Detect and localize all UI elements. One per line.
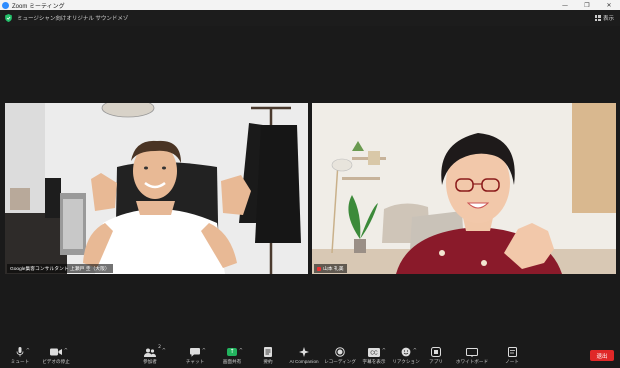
participant-name-tag: 山本 礼美 [314, 264, 347, 273]
notes-label: ノート [505, 359, 519, 364]
meeting-info-bar: ミュージシャン向けオリジナル サウンドメゾ 表示 [0, 10, 620, 26]
video-label: ビデオの停止 [42, 359, 70, 364]
share-screen-icon: ↑ [227, 348, 237, 356]
stop-video-button[interactable]: ^ ビデオの停止 [36, 347, 76, 365]
captions-label: 字幕を表示 [362, 359, 386, 364]
participant-2-video [312, 103, 616, 274]
video-tile-participant-1[interactable]: Google集客コンサルタント 上瀬戸 圭（大阪） [5, 103, 308, 274]
grid-view-icon [594, 15, 601, 21]
summary-label: 要約 [263, 359, 273, 364]
apps-button[interactable]: アプリ [416, 347, 456, 365]
video-camera-icon [50, 348, 62, 356]
notes-icon [507, 347, 517, 357]
zoom-app-icon [2, 1, 9, 9]
share-label: 画面共有 [222, 359, 242, 364]
window-titlebar: Zoom ミーティング — ❐ ✕ [0, 0, 620, 10]
record-label: レコーディング [324, 359, 356, 364]
participants-label: 参加者 [143, 359, 157, 364]
participants-button[interactable]: 2 ^ 参加者 [130, 345, 170, 365]
whiteboard-button[interactable]: ホワイトボード [452, 347, 492, 365]
chevron-up-icon[interactable]: ^ [26, 348, 30, 354]
view-button[interactable]: 表示 [594, 14, 614, 22]
chat-button[interactable]: ^ チャット [175, 347, 215, 365]
minimize-icon[interactable]: — [554, 0, 576, 10]
summary-button[interactable]: 要約 [248, 347, 288, 365]
chat-icon [190, 347, 200, 357]
video-tile-participant-2[interactable]: 山本 礼美 [312, 103, 616, 274]
participants-icon [144, 348, 156, 357]
meeting-toolbar: ^ ミュート ^ ビデオの停止 2 ^ 参加者 ^ チャット ↑ ^ 画面共有 … [0, 344, 620, 368]
chat-label: チャット [185, 359, 205, 364]
participant-1-name: Google集客コンサルタント 上瀬戸 圭（大阪） [10, 267, 110, 272]
participants-count: 2 [158, 345, 161, 350]
smiley-icon [401, 347, 411, 357]
apps-label: アプリ [429, 359, 443, 364]
sparkle-icon [299, 347, 309, 357]
participant-name-tag: Google集客コンサルタント 上瀬戸 圭（大阪） [7, 264, 113, 273]
ai-companion-label: AI Companion [289, 359, 319, 364]
chevron-up-icon[interactable]: ^ [202, 348, 206, 354]
close-icon[interactable]: ✕ [598, 0, 620, 10]
shield-icon[interactable] [5, 14, 12, 22]
chevron-up-icon[interactable]: ^ [162, 348, 166, 354]
leave-button[interactable]: 退出 [590, 350, 614, 361]
summary-icon [264, 347, 272, 357]
share-screen-button[interactable]: ↑ ^ 画面共有 [212, 347, 252, 365]
notes-button[interactable]: ノート [492, 347, 532, 365]
meeting-name: ミュージシャン向けオリジナル サウンドメゾ [17, 16, 129, 22]
microphone-icon [16, 347, 24, 357]
restore-icon[interactable]: ❐ [576, 0, 598, 10]
chevron-up-icon[interactable]: ^ [64, 348, 68, 354]
whiteboard-label: ホワイトボード [455, 359, 489, 364]
svg-text:CC: CC [370, 350, 378, 356]
participant-1-video [5, 103, 308, 274]
view-label: 表示 [602, 16, 614, 22]
mute-label: ミュート [10, 359, 30, 364]
whiteboard-icon [466, 347, 478, 357]
participant-2-name: 山本 礼美 [323, 267, 344, 272]
window-title: Zoom ミーティング [12, 3, 65, 10]
mute-button[interactable]: ^ ミュート [0, 347, 40, 365]
ai-companion-button[interactable]: AI Companion [284, 347, 324, 364]
mic-muted-icon [317, 266, 321, 271]
record-icon [335, 347, 345, 357]
chevron-up-icon[interactable]: ^ [239, 348, 243, 354]
captions-icon: CC [368, 347, 380, 357]
apps-icon [431, 347, 441, 357]
